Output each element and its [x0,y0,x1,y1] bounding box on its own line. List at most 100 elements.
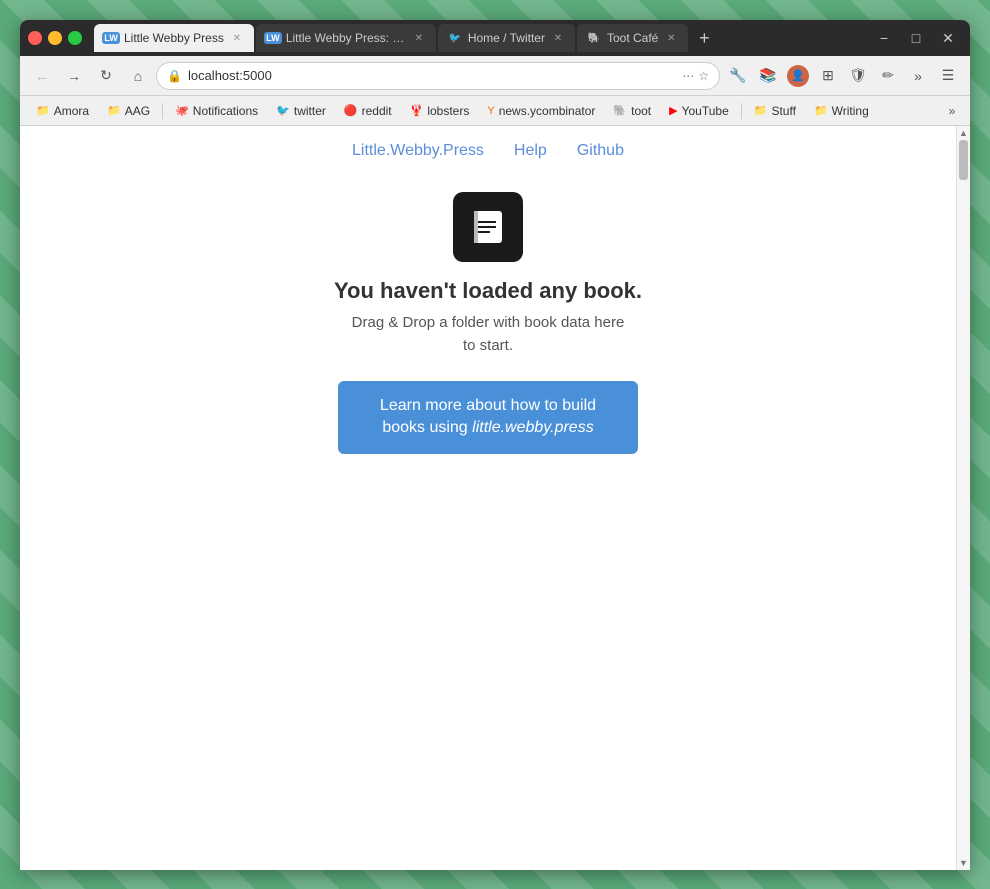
bookmark-toot-label: toot [631,104,651,118]
scroll-up-button[interactable]: ▲ [957,126,971,140]
back-button[interactable]: ← [28,62,56,90]
tab-label-twitter: Home / Twitter [468,31,545,45]
mastodon-icon: 🐘 [613,104,627,117]
book-icon-container [453,192,523,262]
window-controls-right: − □ ✕ [870,24,962,52]
minimize-btn[interactable]: − [870,24,898,52]
folder-icon: 📁 [36,104,50,117]
security-icon: 🔒 [167,69,182,83]
menu-button[interactable]: ☰ [934,62,962,90]
maximize-window-button[interactable] [68,31,82,45]
bookmark-aag[interactable]: 📁 AAG [99,102,158,120]
password-manager-btn[interactable]: ✏ [874,62,902,90]
bookmark-separator [162,103,163,119]
window-controls [28,31,82,45]
youtube-icon: ▶ [669,104,677,117]
forward-button[interactable]: → [60,62,88,90]
nav-lwp-link[interactable]: Little.Webby.Press [352,142,484,160]
scrollbar[interactable]: ▲ ▼ [956,126,970,870]
page-area: Little.Webby.Press Help Github You haven… [20,126,970,870]
reload-button[interactable]: ↻ [92,62,120,90]
restore-btn[interactable]: □ [902,24,930,52]
tab-close-toot[interactable]: ✕ [664,31,678,45]
nav-github-link[interactable]: Github [577,142,624,160]
tab-favicon-toot: 🐘 [587,31,601,45]
folder-icon: 📁 [107,104,121,117]
home-button[interactable]: ⌂ [124,62,152,90]
bookmarks-more-button[interactable]: » [942,101,962,121]
bookmark-toot[interactable]: 🐘 toot [605,102,659,120]
address-bar[interactable]: 🔒 ⋯ ☆ [156,62,720,90]
grid-button[interactable]: ⊞ [814,62,842,90]
cta-button[interactable]: Learn more about how to build books usin… [338,381,638,454]
tab-favicon-lwp-1: LW [104,31,118,45]
close-window-button[interactable] [28,31,42,45]
minimize-window-button[interactable] [48,31,62,45]
nav-right-buttons: 🔧 📚 👤 ⊞ 🛡 ✏ » ☰ [724,62,962,90]
tab-lwp-2[interactable]: LW Little Webby Press: first ✕ [256,24,436,52]
close-btn[interactable]: ✕ [934,24,962,52]
nav-help-link[interactable]: Help [514,142,547,160]
bookmark-writing[interactable]: 📁 Writing [806,102,877,120]
bookmarks-bar: 📁 Amora 📁 AAG 🐙 Notifications 🐦 twitter … [20,96,970,126]
bookmark-amora-label: Amora [54,104,89,118]
bookmark-stuff-label: Stuff [771,104,795,118]
new-tab-button[interactable]: + [690,24,718,52]
avatar-btn[interactable]: 👤 [784,62,812,90]
address-input[interactable] [188,68,676,83]
bookmark-twitter-label: twitter [294,104,326,118]
tab-close-lwp-1[interactable]: ✕ [230,31,244,45]
tab-toot[interactable]: 🐘 Toot Café ✕ [577,24,688,52]
site-nav: Little.Webby.Press Help Github [20,126,956,172]
bookmark-reddit-label: reddit [362,104,392,118]
scroll-down-button[interactable]: ▼ [957,856,971,870]
bookmark-lobsters-label: lobsters [427,104,469,118]
lobsters-icon: 🦞 [410,104,424,117]
bookmark-youtube-label: YouTube [682,104,729,118]
title-bar: LW Little Webby Press ✕ LW Little Webby … [20,20,970,56]
bookmark-ycombinator[interactable]: Y news.ycombinator [479,102,603,120]
github-icon: 🐙 [175,104,189,117]
bookmark-notifications-label: Notifications [193,104,258,118]
bookmark-amora[interactable]: 📁 Amora [28,102,97,120]
scroll-track[interactable] [957,140,970,856]
bookmark-separator-2 [741,103,742,119]
tab-favicon-twitter: 🐦 [448,31,462,45]
main-heading: You haven't loaded any book. [334,278,642,304]
reddit-icon: 🔴 [344,104,358,117]
bookmark-aag-label: AAG [125,104,150,118]
tabs-bar: LW Little Webby Press ✕ LW Little Webby … [94,24,858,52]
bookmark-youtube[interactable]: ▶ YouTube [661,102,737,120]
main-subtext: Drag & Drop a folder with book data here… [352,312,625,357]
bookmark-twitter[interactable]: 🐦 twitter [268,102,334,120]
subtext-line2: to start. [463,337,513,354]
tab-close-twitter[interactable]: ✕ [551,31,565,45]
nav-bar: ← → ↻ ⌂ 🔒 ⋯ ☆ 🔧 📚 👤 ⊞ 🛡 ✏ » ☰ [20,56,970,96]
shield-button[interactable]: 🛡 [844,62,872,90]
more-nav-btn[interactable]: » [904,62,932,90]
book-icon [468,207,508,247]
bookmark-star-btn[interactable]: ☆ [698,69,709,83]
bookmark-writing-label: Writing [832,104,869,118]
bookmark-yc-label: news.ycombinator [499,104,596,118]
bookmarks-library-btn[interactable]: 📚 [754,62,782,90]
tab-close-lwp-2[interactable]: ✕ [412,31,426,45]
tab-label-toot: Toot Café [607,31,658,45]
extensions-button[interactable]: 🔧 [724,62,752,90]
tab-lwp-1[interactable]: LW Little Webby Press ✕ [94,24,254,52]
page-content: Little.Webby.Press Help Github You haven… [20,126,956,870]
subtext-line1: Drag & Drop a folder with book data here [352,314,625,331]
bookmark-notifications[interactable]: 🐙 Notifications [167,102,266,120]
tab-label-lwp-2: Little Webby Press: first [286,31,406,45]
yc-icon: Y [487,105,494,117]
cta-italic: little.webby.press [472,419,594,436]
bookmark-reddit[interactable]: 🔴 reddit [336,102,400,120]
address-menu-btn[interactable]: ⋯ [682,69,694,83]
tab-favicon-lwp-2: LW [266,31,280,45]
bookmark-lobsters[interactable]: 🦞 lobsters [402,102,478,120]
scroll-thumb[interactable] [959,140,968,180]
tab-label-lwp-1: Little Webby Press [124,31,224,45]
tab-twitter[interactable]: 🐦 Home / Twitter ✕ [438,24,575,52]
bookmark-stuff[interactable]: 📁 Stuff [746,102,804,120]
folder-icon: 📁 [814,104,828,117]
